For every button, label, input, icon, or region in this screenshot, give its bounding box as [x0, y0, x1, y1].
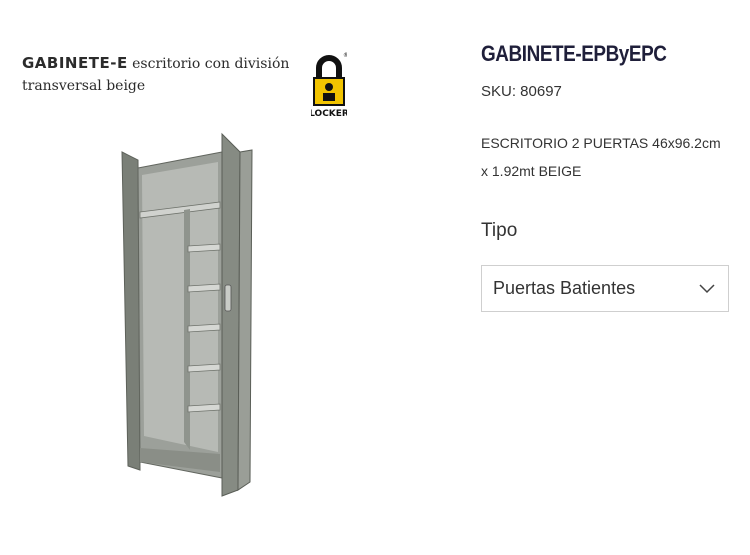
- tipo-select[interactable]: Puertas Batientes: [481, 265, 729, 312]
- chevron-down-icon: [699, 283, 715, 293]
- cabinet-product-image: [121, 132, 253, 497]
- logo-registered-mark: ®: [343, 52, 347, 59]
- product-title: GABINETE-EPByEPC: [481, 41, 667, 66]
- product-sku: SKU: 80697: [481, 83, 562, 100]
- product-image-panel: GABINETE-E escritorio con división trans…: [0, 0, 470, 555]
- image-caption: GABINETE-E escritorio con división trans…: [22, 52, 302, 97]
- product-description: ESCRITORIO 2 PUERTAS 46x96.2cm x 1.92mt …: [481, 135, 721, 179]
- image-caption-line2: transversal beige: [22, 78, 146, 94]
- tipo-label: Tipo: [481, 220, 518, 241]
- image-caption-brand: GABINETE-E: [22, 54, 128, 72]
- logo-text: LOCKER: [311, 109, 347, 119]
- locker-logo: ® LOCKER: [311, 52, 347, 119]
- tipo-select-value: Puertas Batientes: [493, 278, 636, 298]
- image-caption-line1: escritorio con división: [127, 56, 290, 72]
